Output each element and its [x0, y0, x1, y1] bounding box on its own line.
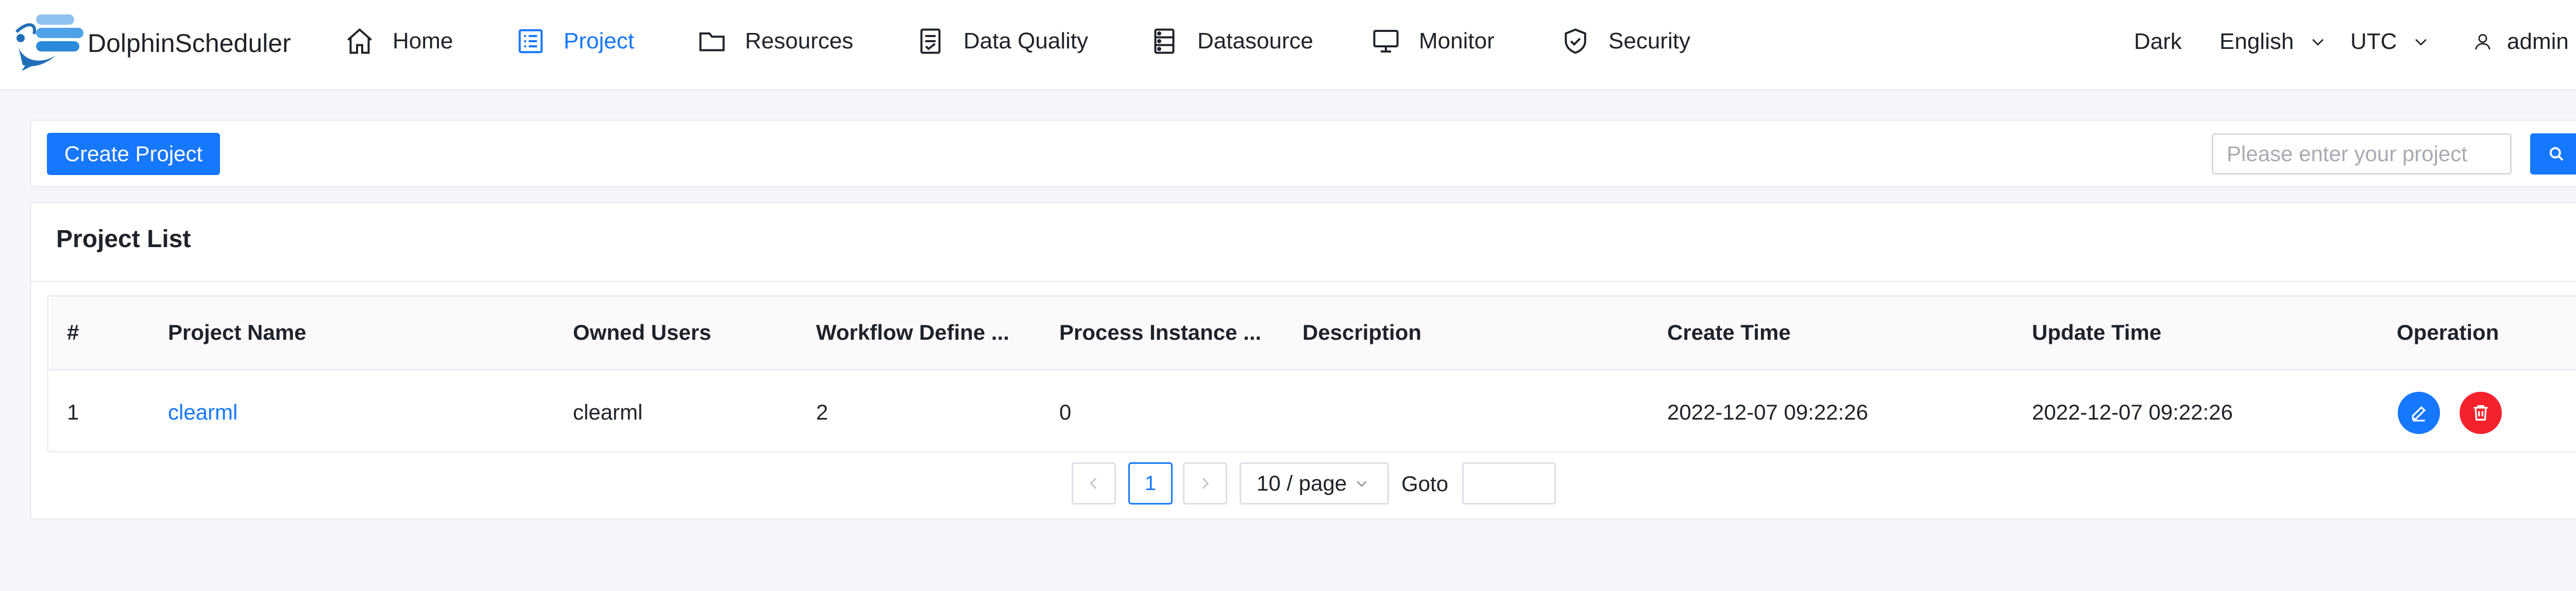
- chevron-down-icon: [2415, 39, 2427, 46]
- create-time-cell: 2022-12-07 09:22:26: [1667, 400, 1868, 424]
- column-header-description: Description: [1302, 320, 1422, 344]
- table-header: # Project Name Owned Users Workflow Defi…: [48, 297, 2576, 371]
- column-header-process-instance: Process Instance ...: [1059, 320, 1262, 344]
- edit-project-button[interactable]: [2398, 392, 2440, 434]
- process-instance-count-cell: 0: [1059, 400, 1072, 424]
- edit-icon: [2412, 406, 2426, 422]
- workflow-define-count-cell: 2: [816, 400, 828, 424]
- project-icon: [518, 29, 543, 54]
- column-header-create-time: Create Time: [1667, 320, 1791, 344]
- nav-item-data-quality[interactable]: Data Quality: [915, 23, 1088, 60]
- folder-icon: [699, 32, 725, 51]
- page-size-select[interactable]: 10 / page: [1240, 462, 1389, 505]
- nav-label-data-quality: Data Quality: [963, 28, 1089, 54]
- nav-item-resources[interactable]: Resources: [697, 23, 853, 60]
- chevron-right-icon: [1202, 478, 1209, 489]
- search-icon: [2549, 147, 2564, 161]
- goto-page-input[interactable]: [1462, 462, 1556, 505]
- page-number-button[interactable]: 1: [1128, 462, 1173, 505]
- nav-label-monitor: Monitor: [1419, 28, 1495, 54]
- prev-page-button[interactable]: [1072, 462, 1116, 505]
- nav-item-security[interactable]: Security: [1560, 23, 1690, 60]
- monitor-icon: [1373, 30, 1399, 53]
- column-header-operation: Operation: [2397, 320, 2499, 344]
- timezone-dropdown[interactable]: UTC: [2350, 25, 2430, 59]
- username-label: admin: [2507, 29, 2569, 54]
- nav-item-datasource[interactable]: Datasource: [1149, 23, 1313, 60]
- toolbar-card: Create Project: [30, 119, 2576, 187]
- nav-label-project: Project: [564, 28, 634, 54]
- nav-item-home[interactable]: Home: [344, 23, 453, 60]
- data-quality-icon: [920, 28, 941, 54]
- owned-users-cell: clearml: [573, 400, 643, 424]
- chevron-down-icon: [1357, 481, 1367, 487]
- delete-project-button[interactable]: [2460, 392, 2502, 434]
- nav-label-home: Home: [393, 28, 453, 54]
- chevron-left-icon: [1090, 478, 1097, 489]
- table-row: 1 clearml clearml 2 0 2022-12-07 09:22:2…: [48, 372, 2576, 451]
- language-dropdown[interactable]: English: [2219, 25, 2327, 59]
- trash-icon: [2473, 405, 2488, 421]
- card-title: Project List: [56, 225, 191, 253]
- column-header-update-time: Update Time: [2032, 320, 2162, 344]
- column-header-project-name: Project Name: [168, 320, 307, 344]
- project-table: # Project Name Owned Users Workflow Defi…: [47, 295, 2576, 453]
- update-time-cell: 2022-12-07 09:22:26: [2032, 400, 2233, 424]
- goto-label: Goto: [1401, 472, 1449, 496]
- datasource-icon: [1154, 28, 1175, 54]
- nav-item-project[interactable]: Project: [515, 23, 634, 60]
- brand-name[interactable]: DolphinScheduler: [88, 28, 291, 59]
- nav-item-monitor[interactable]: Monitor: [1370, 23, 1495, 60]
- column-header-owned-users: Owned Users: [573, 320, 711, 344]
- page-size-label: 10 / page: [1257, 471, 1347, 495]
- card-divider: [31, 281, 2576, 282]
- search-button[interactable]: [2530, 133, 2576, 175]
- nav-label-datasource: Datasource: [1197, 28, 1314, 54]
- nav-label-security: Security: [1608, 28, 1690, 54]
- language-label: English: [2219, 29, 2294, 54]
- user-icon: [2475, 34, 2490, 50]
- top-navigation-bar: DolphinScheduler Home Project Resources …: [0, 0, 2576, 91]
- theme-label: Dark: [2134, 29, 2182, 54]
- home-icon: [347, 28, 372, 54]
- next-page-button[interactable]: [1183, 462, 1227, 505]
- column-header-index: #: [67, 320, 79, 344]
- user-dropdown[interactable]: admin: [2473, 25, 2576, 59]
- chevron-down-icon: [2312, 39, 2324, 46]
- row-index: 1: [67, 400, 79, 424]
- column-header-workflow-define: Workflow Define ...: [816, 320, 1009, 344]
- nav-label-resources: Resources: [745, 28, 854, 54]
- project-search-input[interactable]: [2212, 133, 2512, 175]
- dolphinscheduler-logo-icon: [15, 14, 83, 71]
- security-icon: [1565, 28, 1586, 54]
- timezone-label: UTC: [2350, 29, 2397, 54]
- project-name-link[interactable]: clearml: [168, 398, 238, 427]
- create-project-button[interactable]: Create Project: [47, 133, 220, 175]
- theme-toggle[interactable]: Dark: [2134, 25, 2182, 59]
